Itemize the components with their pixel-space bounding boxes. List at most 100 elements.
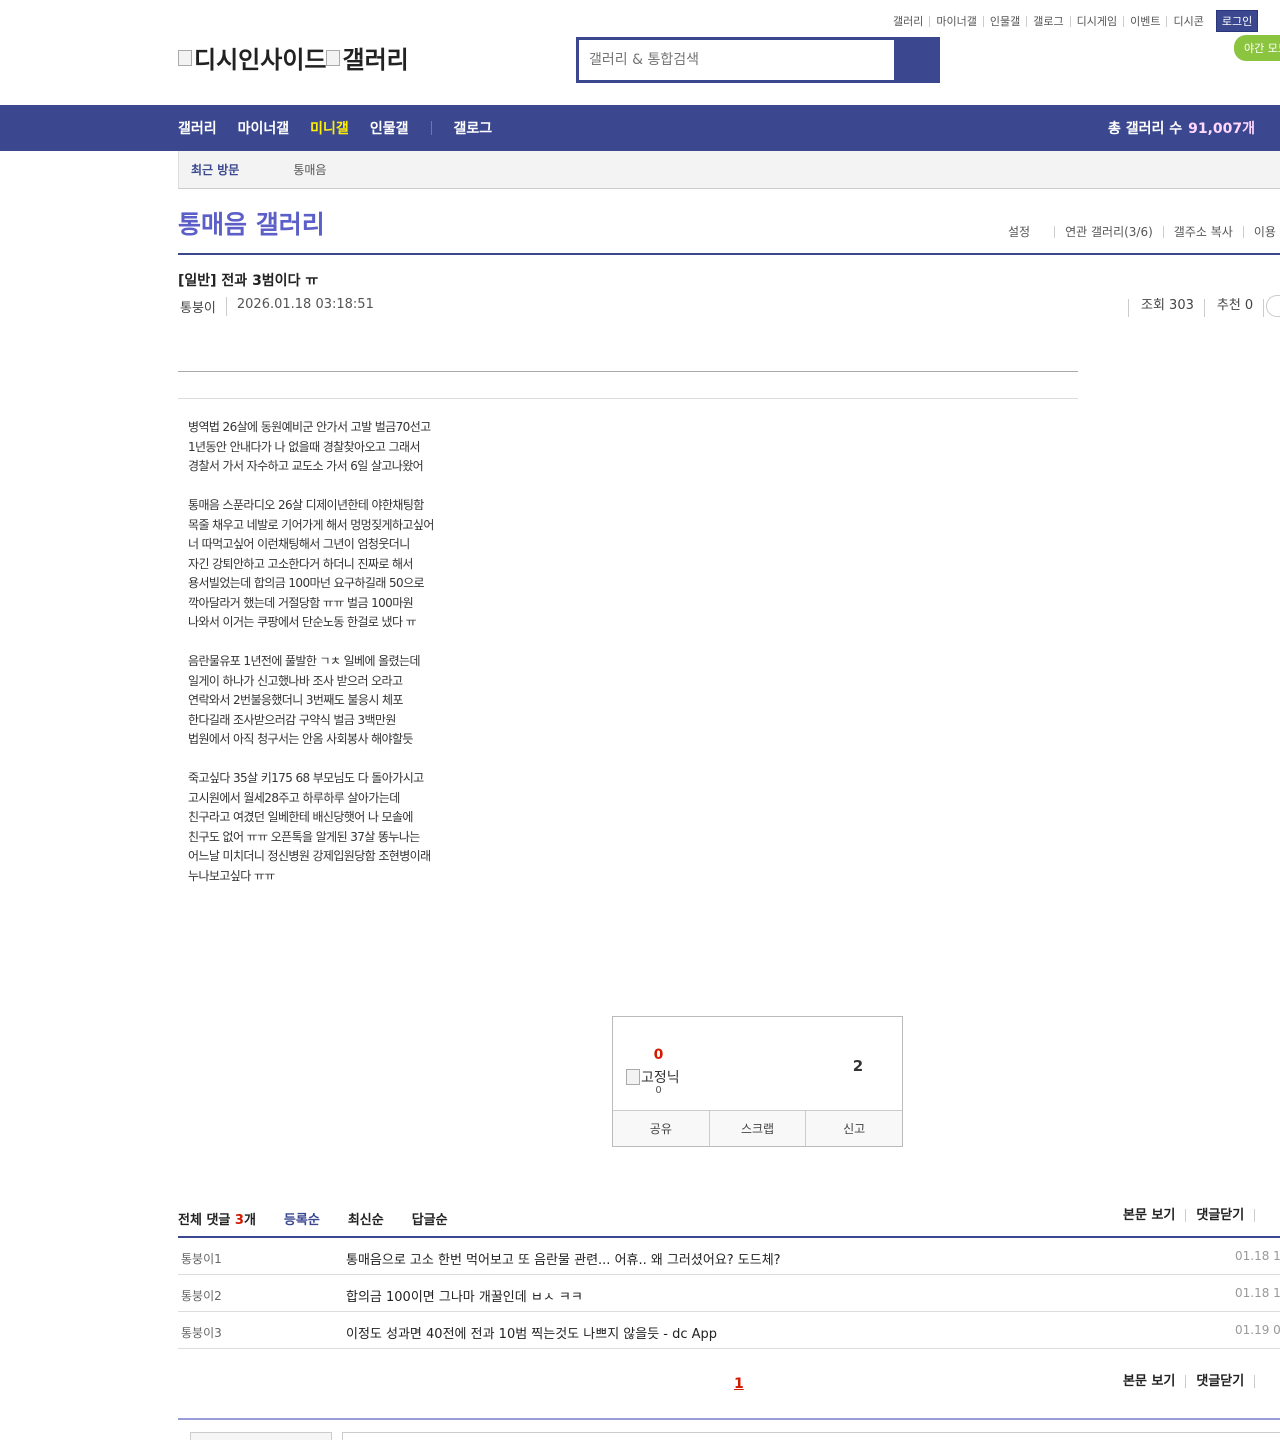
fixed-nick-count: 0 [655, 1085, 662, 1096]
view-body-button[interactable]: 본문 보기 [1123, 1209, 1185, 1222]
comment-row: 통붕이1 통매음으로 고소 한번 먹어보고 또 음란물 관련... 어휴.. 왜… [178, 1238, 1280, 1275]
post-stats: 조회 303 추천 0 [1128, 295, 1280, 317]
comment-text-input[interactable] [342, 1432, 1280, 1440]
scrap-button[interactable]: 스크랩 [708, 1111, 806, 1146]
recent-visit-item[interactable]: 통매음 [293, 161, 326, 178]
usage-link[interactable]: 이용 [1242, 226, 1280, 238]
post-body-line: 목줄 채우고 네발로 기어가게 해서 멍멍짖게하고싶어 [188, 517, 434, 532]
comment-nick[interactable]: 통붕이1 [181, 1250, 222, 1267]
close-comments-button[interactable]: 댓글닫기 [1185, 1209, 1254, 1222]
gallery-settings-link[interactable]: 설정 [1008, 226, 1054, 238]
comment-count-label: 전체 댓글 3개 [178, 1213, 256, 1228]
night-mode-toggle[interactable]: 야간 모드 [1234, 35, 1280, 61]
copy-address-link[interactable]: 갤주소 복사 [1162, 226, 1243, 238]
nav-mini-gallery[interactable]: 미니갤 [310, 118, 349, 138]
related-gallery-link[interactable]: 연관 갤러리(3/6) [1054, 226, 1163, 238]
util-link-minor[interactable]: 마이너갤 [929, 15, 982, 27]
fixed-nick-recommend[interactable]: 고정닉 [626, 1067, 680, 1087]
util-link-gallog[interactable]: 갤로그 [1026, 15, 1069, 27]
broken-image-icon [326, 49, 341, 66]
post-body-gap [188, 477, 434, 497]
logo-text-gallery: 갤러리 [342, 46, 409, 74]
post-date: 2026.01.18 03:18:51 [225, 297, 374, 316]
nav-gallog[interactable]: 갤로그 [453, 118, 492, 138]
post-body-line: 경찰서 가서 자수하고 교도소 가서 6일 살고나왔어 [188, 459, 424, 473]
comment-page-number[interactable]: 1 [734, 1376, 744, 1392]
login-button[interactable]: 로그인 [1215, 10, 1259, 32]
main-nav: 갤러리 마이너갤 미니갤 인물갤 갤로그 총 갤러리 수 91,007개 [0, 105, 1280, 151]
nav-person-gallery[interactable]: 인물갤 [370, 118, 409, 138]
post-body-line: 용서빌었는데 합의금 100마넌 요구하길래 50으로 [188, 576, 425, 590]
post-body: 병역법 26살에 동원예비군 안가서 고발 벌금70선고 1년동안 안내다가 나 … [188, 418, 434, 886]
post-views: 조회 303 [1128, 299, 1204, 317]
recent-visit-label[interactable]: 최근 방문 [191, 161, 239, 178]
comment-header: 전체 댓글 3개 등록순 최신순 답글순 [178, 1209, 448, 1228]
close-comments-button[interactable]: 댓글닫기 [1185, 1375, 1254, 1388]
comment-row: 통붕이2 합의금 100이면 그나마 개꿀인데 ㅂㅅ ㅋㅋ 01.18 16 [178, 1275, 1280, 1312]
view-body-button[interactable]: 본문 보기 [1123, 1375, 1185, 1388]
total-label: 총 갤러리 수 [1107, 121, 1183, 137]
util-link-event[interactable]: 이벤트 [1123, 15, 1166, 27]
post-body-line: 어느날 미치더니 정신병원 강제입원당함 조현병이래 [188, 849, 431, 863]
post-body-line: 나와서 이거는 쿠팡에서 단순노동 한걸로 냈다 ㅠ [188, 615, 417, 629]
comment-write-divider [178, 1418, 1280, 1420]
post-meta: 통붕이 2026.01.18 03:18:51 [180, 297, 374, 316]
recommend-down-count[interactable]: 2 [813, 1057, 903, 1075]
logo-text-dcinside: 디시인사이드 [194, 46, 327, 74]
gallery-title[interactable]: 통매음 갤러리 [178, 205, 325, 241]
comment-nick-input[interactable] [190, 1432, 332, 1440]
post-actions: 공유 스크랩 신고 [613, 1110, 902, 1146]
post-body-gap [188, 633, 434, 653]
stat-divider [1263, 299, 1265, 317]
view-actions-divider [1254, 1209, 1260, 1222]
gallery-options: 설정 연관 갤러리(3/6) 갤주소 복사 이용 [1008, 226, 1280, 238]
post-body-line: 1년동안 안내다가 나 없을때 경찰찾아오고 그래서 [188, 439, 421, 454]
sort-replies[interactable]: 답글순 [412, 1209, 448, 1228]
post-body-line: 깍아달라거 했는데 거절당함 ㅠㅠ 벌금 100마원 [188, 595, 414, 610]
report-button[interactable]: 신고 [805, 1111, 902, 1146]
comment-view-actions: 본문 보기 댓글닫기 [1123, 1209, 1260, 1222]
post-body-line: 너 따먹고싶어 이런채팅해서 그년이 엄청웃더니 [188, 537, 410, 551]
post-author[interactable]: 통붕이 [180, 297, 216, 316]
comment-nick[interactable]: 통붕이2 [181, 1287, 222, 1304]
comment-time: 01.18 13 [1235, 1249, 1280, 1263]
comment-text: 이정도 성과면 40전에 전과 10범 찍는것도 나쁘지 않을듯 - dc Ap… [346, 1327, 718, 1342]
post-title: [일반] 전과 3범이다 ㅠ [178, 273, 319, 289]
total-gallery-count: 총 갤러리 수 91,007개 [1108, 105, 1255, 151]
post-body-line: 통매음 스푼라디오 26살 디제이년한테 야한채팅함 [188, 498, 424, 512]
nav-gallery[interactable]: 갤러리 [178, 118, 217, 138]
comment-nick[interactable]: 통붕이3 [181, 1324, 222, 1341]
comment-list: 통붕이1 통매음으로 고소 한번 먹어보고 또 음란물 관련... 어휴.. 왜… [178, 1238, 1280, 1349]
sort-latest[interactable]: 최신순 [348, 1209, 384, 1228]
util-link-dcgame[interactable]: 디시게임 [1069, 15, 1123, 27]
view-actions-divider [1254, 1375, 1260, 1388]
post-body-gap [188, 750, 434, 770]
broken-image-icon [178, 49, 192, 66]
search-input[interactable] [579, 40, 894, 80]
search-button[interactable] [894, 40, 937, 80]
comment-time: 01.19 01 [1235, 1323, 1280, 1337]
share-button[interactable]: 공유 [613, 1111, 709, 1146]
util-link-gallery[interactable]: 갤러리 [893, 16, 929, 27]
util-link-dccon[interactable]: 디시콘 [1166, 15, 1209, 27]
post-recommend: 추천 0 [1203, 299, 1263, 317]
recent-visit-bar: 최근 방문 통매음 [178, 151, 1280, 189]
post-divider [178, 371, 1078, 372]
nav-minor-gallery[interactable]: 마이너갤 [238, 118, 290, 138]
comment-text: 통매음으로 고소 한번 먹어보고 또 음란물 관련... 어휴.. 왜 그러셨어… [346, 1253, 781, 1268]
post-body-line: 법원에서 아직 청구서는 안옴 사회봉사 해야할듯 [188, 732, 413, 746]
site-logo[interactable]: 디시인사이드 갤러리 [178, 40, 409, 75]
more-options-button[interactable] [1266, 295, 1280, 317]
post-body-line: 음란물유포 1년전에 풀발한 ㄱㅊ 일베에 올렸는데 [188, 654, 421, 668]
post-body-line: 친구도 없어 ㅠㅠ 오픈톡을 알게된 37살 똥누나는 [188, 829, 420, 844]
util-link-person[interactable]: 인물갤 [982, 15, 1026, 27]
recommend-up-count[interactable]: 0 [613, 1047, 704, 1063]
gallery-title-divider [178, 253, 1280, 255]
comment-view-actions-bottom: 본문 보기 댓글닫기 [1123, 1375, 1260, 1388]
util-nav: 갤러리 마이너갤 인물갤 갤로그 디시게임 이벤트 디시콘 로그인 [893, 10, 1259, 32]
total-value: 91,007개 [1188, 121, 1255, 137]
nav-divider [431, 121, 433, 135]
sort-registered[interactable]: 등록순 [284, 1209, 320, 1228]
comment-text: 합의금 100이면 그나마 개꿀인데 ㅂㅅ ㅋㅋ [346, 1290, 583, 1305]
fixed-nick-label: 고정닉 [641, 1070, 680, 1086]
